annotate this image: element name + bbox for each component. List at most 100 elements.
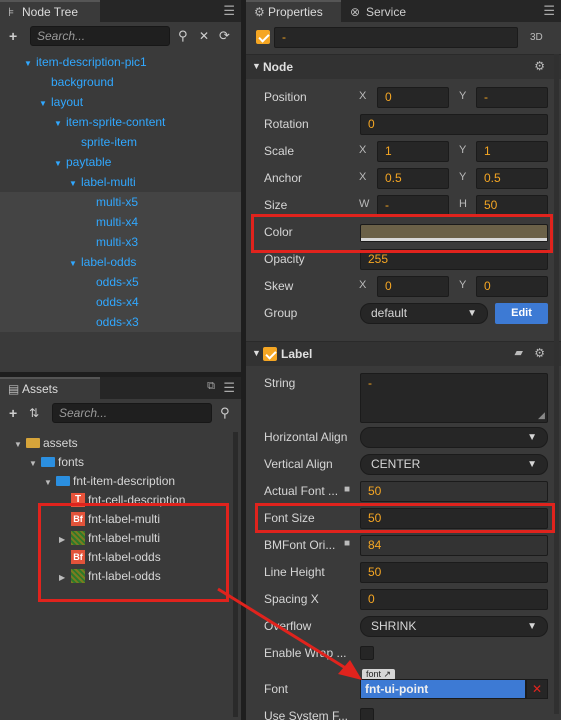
tree-node-label: label-multi bbox=[81, 175, 136, 189]
horizontal-align-dropdown[interactable]: ▼ bbox=[360, 427, 548, 448]
assets-popout-icon[interactable]: ⧉ bbox=[207, 380, 215, 393]
scale-y-input[interactable]: 1 bbox=[476, 141, 548, 162]
refresh-icon[interactable]: ⟳ bbox=[219, 27, 230, 45]
properties-menu-icon[interactable]: ☰ bbox=[543, 3, 555, 19]
prop-bmfont-original-size: BMFont Ori... ■ 84 bbox=[246, 532, 561, 559]
sort-icon[interactable]: ⇅ bbox=[29, 404, 39, 422]
prop-enable-wrap: Enable Wrap ... bbox=[246, 640, 561, 667]
node-name-input[interactable]: - bbox=[274, 27, 518, 48]
tree-node-label-multi[interactable]: ▼ label-multi bbox=[0, 172, 241, 192]
tree-node-odds-x4[interactable]: odds-x4 bbox=[0, 292, 241, 312]
settings-gear-icon[interactable]: ⚙ bbox=[534, 59, 545, 73]
tree-node-item-description-pic1[interactable]: ▼ item-description-pic1 bbox=[0, 52, 241, 72]
scale-x-input[interactable]: 1 bbox=[377, 141, 449, 162]
properties-scrollbar[interactable] bbox=[554, 54, 559, 714]
asset-item[interactable]: ▼ fnt-item-description bbox=[0, 472, 241, 491]
search-icon[interactable]: ⚲ bbox=[178, 27, 188, 45]
chevron-down-icon[interactable]: ▼ bbox=[24, 54, 36, 74]
chevron-down-icon[interactable]: ▼ bbox=[44, 473, 56, 492]
label-section-header[interactable]: ▼ Label ▰ ⚙ bbox=[246, 341, 561, 366]
tree-node-item-sprite-content[interactable]: ▼ item-sprite-content bbox=[0, 112, 241, 132]
rotation-input[interactable]: 0 bbox=[360, 114, 548, 135]
folder-icon bbox=[56, 475, 70, 486]
overflow-dropdown[interactable]: SHRINK ▼ bbox=[360, 616, 548, 637]
node-tree-search-input[interactable]: Search... bbox=[30, 26, 170, 46]
axis-x-label: X bbox=[359, 171, 367, 183]
tab-node-tree[interactable]: ⊧ Node Tree bbox=[0, 0, 100, 22]
add-node-icon[interactable]: + bbox=[9, 27, 17, 45]
position-x-input[interactable]: 0 bbox=[377, 87, 449, 108]
tree-node-odds-x5[interactable]: odds-x5 bbox=[0, 272, 241, 292]
assets-search-input[interactable]: Search... bbox=[52, 403, 212, 423]
font-clear-button[interactable]: ✕ bbox=[526, 679, 548, 699]
vertical-align-dropdown[interactable]: CENTER ▼ bbox=[360, 454, 548, 475]
add-asset-icon[interactable]: + bbox=[9, 404, 17, 422]
anchor-x-input[interactable]: 0.5 bbox=[377, 168, 449, 189]
tab-assets[interactable]: ▤ Assets bbox=[0, 377, 100, 399]
tree-node-background[interactable]: background bbox=[0, 72, 241, 92]
chevron-down-icon[interactable]: ▼ bbox=[39, 94, 51, 114]
tree-node-label: multi-x4 bbox=[96, 215, 139, 229]
tree-node-sprite-item[interactable]: sprite-item bbox=[0, 132, 241, 152]
tab-properties[interactable]: ⚙ Properties bbox=[246, 0, 341, 22]
group-value: default bbox=[371, 306, 408, 320]
chevron-down-icon[interactable]: ▼ bbox=[54, 114, 66, 134]
tree-node-multi-x3[interactable]: multi-x3 bbox=[0, 232, 241, 252]
node-tree-toolbar: + Search... ⚲ ✕ ⟳ bbox=[0, 24, 241, 50]
node-tree-menu-icon[interactable]: ☰ bbox=[223, 3, 235, 19]
lock-icon: ■ bbox=[344, 484, 351, 495]
prop-vertical-align: Vertical Align CENTER ▼ bbox=[246, 451, 561, 478]
size-h-input[interactable]: 50 bbox=[476, 195, 548, 216]
resize-handle-icon[interactable]: ◢ bbox=[538, 410, 545, 421]
tree-node-odds-x3[interactable]: odds-x3 bbox=[0, 312, 241, 332]
skew-label: Skew bbox=[264, 279, 294, 293]
chevron-down-icon[interactable]: ▼ bbox=[29, 454, 41, 473]
tree-node-label: background bbox=[51, 75, 114, 89]
assets-scrollbar[interactable] bbox=[233, 432, 238, 717]
use-system-font-checkbox[interactable] bbox=[360, 708, 374, 720]
vertical-align-value: CENTER bbox=[371, 457, 421, 471]
chevron-down-icon[interactable]: ▼ bbox=[14, 435, 26, 454]
position-y-input[interactable]: - bbox=[476, 87, 548, 108]
skew-y-input[interactable]: 0 bbox=[476, 276, 548, 297]
tree-node-label-odds[interactable]: ▼ label-odds bbox=[0, 252, 241, 272]
chevron-down-icon[interactable]: ▼ bbox=[54, 154, 66, 174]
assets-menu-icon[interactable]: ☰ bbox=[223, 380, 235, 396]
service-tab-label: Service bbox=[366, 5, 407, 19]
chevron-down-icon[interactable]: ▼ bbox=[69, 174, 81, 194]
label-enabled-checkbox[interactable] bbox=[263, 347, 277, 361]
tree-node-label: odds-x3 bbox=[96, 315, 139, 329]
tree-node-layout[interactable]: ▼ layout bbox=[0, 92, 241, 112]
node-section-header[interactable]: ▼ Node ⚙ bbox=[246, 54, 561, 79]
spacing-x-input[interactable]: 0 bbox=[360, 589, 548, 610]
string-textarea[interactable]: - bbox=[360, 373, 548, 423]
font-asset-field[interactable]: fnt-ui-point bbox=[360, 679, 526, 699]
settings-gear-icon[interactable]: ⚙ bbox=[534, 346, 545, 360]
size-label: Size bbox=[264, 198, 288, 212]
chevron-down-icon: ▼ bbox=[252, 61, 261, 71]
group-dropdown[interactable]: default ▼ bbox=[360, 303, 488, 324]
line-height-input[interactable]: 50 bbox=[360, 562, 548, 583]
enable-wrap-checkbox[interactable] bbox=[360, 646, 374, 660]
tree-node-multi-x4[interactable]: multi-x4 bbox=[0, 212, 241, 232]
chevron-down-icon: ▼ bbox=[467, 308, 477, 319]
collapse-icon[interactable]: ✕ bbox=[199, 27, 209, 45]
actual-font-size-label: Actual Font ... bbox=[264, 484, 339, 498]
book-icon[interactable]: ▰ bbox=[515, 346, 523, 359]
tab-service[interactable]: ⊗ Service bbox=[342, 0, 427, 22]
axis-y-label: Y bbox=[459, 144, 467, 156]
skew-x-input[interactable]: 0 bbox=[377, 276, 449, 297]
node-active-checkbox[interactable] bbox=[256, 30, 270, 44]
tree-node-paytable[interactable]: ▼ paytable bbox=[0, 152, 241, 172]
properties-tabbar: ⚙ Properties ⊗ Service ☰ bbox=[246, 0, 561, 22]
search-icon[interactable]: ⚲ bbox=[220, 404, 230, 422]
size-w-input[interactable]: - bbox=[377, 195, 449, 216]
asset-item[interactable]: ▼ fonts bbox=[0, 453, 241, 472]
3d-toggle[interactable]: 3D bbox=[530, 32, 543, 43]
tree-node-multi-x5[interactable]: multi-x5 bbox=[0, 192, 241, 212]
label-section-title: Label bbox=[281, 347, 313, 361]
chevron-down-icon[interactable]: ▼ bbox=[69, 254, 81, 274]
group-edit-button[interactable]: Edit bbox=[495, 303, 548, 324]
anchor-y-input[interactable]: 0.5 bbox=[476, 168, 548, 189]
asset-item[interactable]: ▼ assets bbox=[0, 434, 241, 453]
